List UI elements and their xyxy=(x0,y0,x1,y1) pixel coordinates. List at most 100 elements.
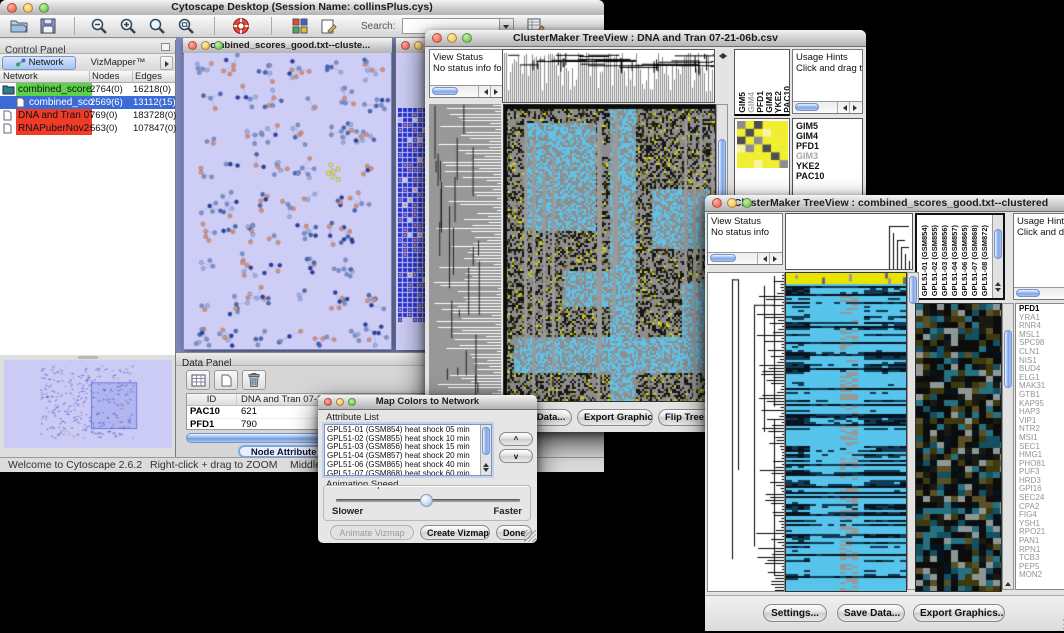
column-label[interactable]: GPL51-03 (GSM856) xyxy=(940,225,950,296)
splitter-arrows[interactable] xyxy=(716,51,728,61)
tab-overflow-button[interactable] xyxy=(160,56,173,70)
scroll-right-icon[interactable] xyxy=(770,253,782,264)
zoom-window-button[interactable] xyxy=(742,198,752,208)
usage-hints-scrollbar[interactable] xyxy=(793,101,862,113)
column-label[interactable]: PAC10 xyxy=(782,86,790,113)
column-label[interactable]: GPL51-04 (GSM857) xyxy=(950,225,960,296)
gene-label[interactable]: MON2 xyxy=(1019,571,1064,580)
speed-slider-thumb[interactable] xyxy=(420,494,433,507)
delete-attribute-trash-icon[interactable] xyxy=(242,370,266,390)
heatmap-canvas[interactable] xyxy=(785,272,907,592)
scroll-up-icon[interactable] xyxy=(483,460,489,467)
row-dendrogram-canvas[interactable] xyxy=(707,272,785,592)
select-attributes-icon[interactable] xyxy=(186,370,210,390)
resize-grip[interactable] xyxy=(524,530,536,542)
column-label[interactable]: GPL51-01 (GSM854) xyxy=(920,225,930,296)
close-button[interactable] xyxy=(7,3,17,13)
zoom-window-button[interactable] xyxy=(462,33,472,43)
close-button[interactable] xyxy=(401,41,410,50)
row-label[interactable]: YKE2 xyxy=(796,161,862,171)
zoom-window-button[interactable] xyxy=(39,3,49,13)
treeview2-titlebar[interactable]: ClusterMaker TreeView : combined_scores_… xyxy=(705,195,1064,212)
birdseye-view[interactable] xyxy=(4,360,172,448)
minimize-button[interactable] xyxy=(414,41,423,50)
scroll-up-icon[interactable] xyxy=(1005,579,1011,586)
close-button[interactable] xyxy=(712,198,722,208)
network-row-selected[interactable]: combined_sco 2569(6) 13112(15) xyxy=(0,96,175,109)
column-label[interactable]: GPL51-02 (GSM855) xyxy=(930,225,940,296)
zoom-selected-icon[interactable] xyxy=(175,16,197,37)
minimize-button[interactable] xyxy=(447,33,457,43)
column-label[interactable]: GPL51-08 (GSM872) xyxy=(980,225,990,296)
export-graphics-button[interactable]: Export Graphics... xyxy=(913,604,1005,622)
panel-divider-handle[interactable] xyxy=(78,356,98,359)
row-label[interactable]: PFD1 xyxy=(796,141,862,151)
scroll-down-icon[interactable] xyxy=(995,288,1001,295)
export-graphics-button[interactable]: Export Graphics... xyxy=(577,409,653,426)
attribute-list-vscrollbar[interactable] xyxy=(480,425,491,476)
column-label[interactable]: GIM4 xyxy=(746,92,755,113)
tab-network[interactable]: Network xyxy=(2,56,76,70)
row-id[interactable]: PAC10 xyxy=(190,406,220,418)
row-dendrogram-canvas[interactable] xyxy=(429,104,501,400)
similarity-matrix-canvas[interactable] xyxy=(737,121,788,168)
column-label[interactable]: GPL51-06 (GSM865) xyxy=(960,225,970,296)
view-status-scrollbar[interactable] xyxy=(430,85,503,97)
usage-hints-scrollbar[interactable] xyxy=(1014,287,1064,299)
network-row-combined-scores[interactable]: combined_scores 2764(0) 16218(0) xyxy=(0,83,175,96)
row-label[interactable]: GIM5 xyxy=(796,121,862,131)
tab-vizmapper[interactable]: VizMapper™ xyxy=(76,57,160,68)
column-labels-vscrollbar[interactable] xyxy=(992,215,1003,298)
heatmap-canvas[interactable] xyxy=(503,104,716,402)
close-button[interactable] xyxy=(432,33,442,43)
save-session-icon[interactable] xyxy=(37,16,59,37)
treeview1-titlebar[interactable]: ClusterMaker TreeView : DNA and Tran 07-… xyxy=(425,30,866,47)
scroll-right-icon[interactable] xyxy=(850,102,862,113)
settings-button[interactable]: Settings... xyxy=(763,604,827,622)
minimize-button[interactable] xyxy=(23,3,33,13)
column-label[interactable]: GIM5 xyxy=(737,92,746,113)
float-panel-icon[interactable] xyxy=(161,43,170,51)
zoom-out-icon[interactable] xyxy=(88,16,110,37)
gene-list-vscrollbar[interactable] xyxy=(1002,303,1014,590)
minimize-button[interactable] xyxy=(336,398,344,406)
create-vizmap-button[interactable]: Create Vizmap xyxy=(420,525,490,540)
column-dendrogram-canvas[interactable] xyxy=(503,50,714,102)
column-label[interactable]: PFD1 xyxy=(755,91,764,113)
scroll-up-icon[interactable] xyxy=(995,279,1001,286)
scroll-down-icon[interactable] xyxy=(483,468,489,475)
close-button[interactable] xyxy=(188,41,197,50)
scroll-left-icon[interactable] xyxy=(479,86,491,97)
zoom-in-icon[interactable] xyxy=(117,16,139,37)
network-canvas[interactable] xyxy=(184,53,391,349)
main-titlebar[interactable]: Cytoscape Desktop (Session Name: collins… xyxy=(0,0,604,16)
zoom-window-button[interactable] xyxy=(348,398,356,406)
row-value[interactable]: 621 xyxy=(241,406,257,418)
new-attribute-icon[interactable] xyxy=(214,370,238,390)
column-label[interactable]: YKE2 xyxy=(773,91,782,113)
scroll-left-icon[interactable] xyxy=(838,102,850,113)
move-up-button[interactable]: ^ xyxy=(499,432,533,446)
open-session-icon[interactable] xyxy=(8,16,30,37)
data-panel-hscrollbar[interactable] xyxy=(186,433,326,443)
column-dendrogram-canvas[interactable] xyxy=(786,214,912,269)
network-row-dna-tran[interactable]: DNA and Tran 07 769(0) 183728(0) xyxy=(0,109,175,122)
network-row-rnapuber[interactable]: RNAPuberNov2+ 563(0) 107847(0) xyxy=(0,122,175,135)
zoom-window-button[interactable] xyxy=(214,41,223,50)
save-data-button[interactable]: Save Data... xyxy=(837,604,905,622)
table-col-id[interactable]: ID xyxy=(187,394,237,406)
minimize-button[interactable] xyxy=(727,198,737,208)
minimize-button[interactable] xyxy=(201,41,210,50)
row-id[interactable]: PFD1 xyxy=(190,419,214,431)
row-label[interactable]: GIM4 xyxy=(796,131,862,141)
row-label[interactable]: PAC10 xyxy=(796,171,862,181)
row-value[interactable]: 790 xyxy=(241,419,257,431)
zoom-heatmap-canvas[interactable] xyxy=(915,303,1002,592)
row-label[interactable]: GIM3 xyxy=(796,151,862,161)
column-label[interactable]: GPL51-07 (GSM868) xyxy=(970,225,980,296)
column-label[interactable]: GIM3 xyxy=(764,92,773,113)
zoom-fit-icon[interactable] xyxy=(146,16,168,37)
scroll-left-icon[interactable] xyxy=(758,253,770,264)
view-status-scrollbar[interactable] xyxy=(708,252,782,264)
help-lifering-icon[interactable] xyxy=(230,16,252,37)
